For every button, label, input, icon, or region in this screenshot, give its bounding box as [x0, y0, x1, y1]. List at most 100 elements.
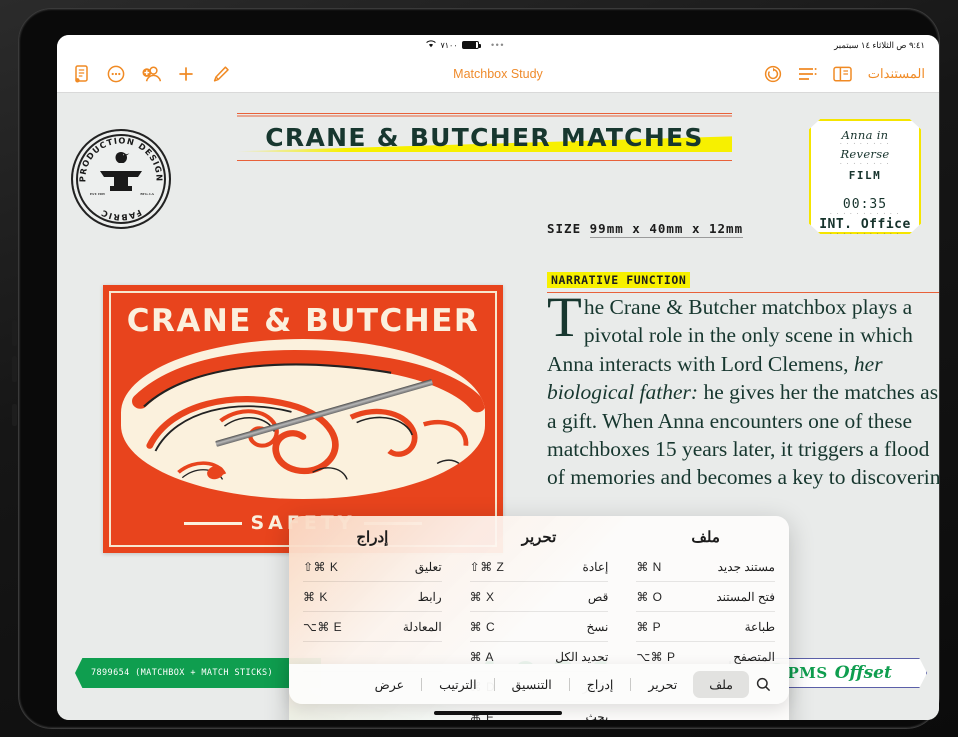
shortcut-keys: ⌘ O [636, 589, 663, 604]
page-title: CRANE & BUTCHER MATCHES [237, 114, 732, 160]
document-title-block: CRANE & BUTCHER MATCHES [237, 113, 732, 161]
status-bar-datetime: ٩:٤١ ص الثلاثاء ١٤ سبتمبر [834, 39, 925, 50]
shortcut-row[interactable]: فتح المستند ⌘ O [636, 582, 775, 612]
shortcut-label: مستند جديد [717, 559, 775, 574]
film-label: FILM [848, 169, 882, 183]
film-reference-tag: Anna in · · · · · · · · Reverse · · · · … [809, 119, 921, 234]
shortcut-column-title: تحرير [521, 529, 557, 546]
toolbar-right-icons: المستندات [763, 64, 925, 84]
shortcut-keys: ⌥⌘ E [302, 619, 343, 634]
menu-item-insert[interactable]: إدراج [571, 671, 630, 698]
matchbox-brand-text: CRANE & BUTCHER [126, 303, 480, 339]
status-bar-indicators: ٧١٠٠ [426, 40, 481, 50]
home-indicator[interactable] [434, 711, 562, 715]
shortcut-keys: ⌘ A [469, 649, 494, 664]
screen-bezel: ٩:٤١ ص الثلاثاء ١٤ سبتمبر ••• ٧١٠٠ Match… [18, 8, 940, 729]
menu-separator [568, 677, 570, 691]
film-scene: INT. Office [819, 217, 911, 233]
menu-item-edit[interactable]: تحرير [632, 671, 693, 698]
narrative-function-block: NARRATIVE FUNCTION [547, 271, 939, 293]
wifi-icon [426, 40, 437, 50]
app-toolbar: Matchbox Study المستندات [57, 55, 939, 93]
volume-up-button[interactable] [12, 320, 17, 346]
spec-code-chip: 7899654 (MATCHBOX + MATCH STICKS) [75, 658, 321, 688]
side-button[interactable] [12, 404, 17, 426]
film-timecode: 00:35 [842, 197, 888, 213]
shortcut-keys: ⌘ P [636, 619, 662, 634]
insert-plus-icon[interactable] [176, 64, 196, 84]
film-title-line2: Reverse [840, 147, 890, 162]
context-menu-bar: ملف تحرير إدراج التنسيق الترتيب عرض [289, 664, 789, 704]
status-bar: ٩:٤١ ص الثلاثاء ١٤ سبتمبر ••• ٧١٠٠ [57, 35, 939, 55]
film-title-line1: Anna in [841, 128, 889, 142]
matchbox-inner-frame: CRANE & BUTCHER SAFETY [109, 291, 497, 547]
shortcut-keys: ⇧⌘ Z [469, 559, 505, 574]
body-paragraph: The Crane & Butcher matchbox plays a piv… [547, 286, 939, 492]
documents-back-button[interactable]: المستندات [868, 66, 925, 82]
battery-percent: ٧١٠٠ [440, 40, 458, 50]
shortcut-label: المتصفح [733, 650, 775, 664]
shortcut-label: تحديد الكل [555, 649, 609, 664]
menu-item-file[interactable]: ملف [693, 670, 749, 698]
document-canvas: PRODUCTION DESIGN FABRIC EST. 1989 BTG. … [57, 93, 939, 720]
drop-cap: T [547, 286, 582, 349]
shortcut-label: قص [587, 589, 609, 604]
print-method-label: Offset [834, 663, 892, 683]
menu-item-arrange[interactable]: الترتيب [423, 671, 492, 698]
document-title[interactable]: Matchbox Study [453, 67, 543, 81]
shortcut-keys: ⌘ C [469, 619, 496, 634]
document-view-icon[interactable] [71, 64, 91, 84]
menu-item-view[interactable]: عرض [359, 671, 420, 698]
production-design-fabric-logo: PRODUCTION DESIGN FABRIC EST. 1989 BTG. … [71, 129, 171, 229]
anvil-icon [100, 170, 142, 191]
shortcut-row[interactable]: إعادة ⇧⌘ Z [469, 552, 609, 582]
size-spec: SIZE 99mm x 40mm x 12mm [547, 221, 744, 238]
bird-icon [115, 151, 130, 163]
format-list-icon[interactable] [798, 64, 818, 84]
shortcut-row[interactable]: طباعة ⌘ P [636, 612, 775, 642]
film-sequence-label: SEQUENCE [846, 238, 884, 245]
menu-separator [421, 677, 423, 691]
shortcut-keys: ⌘ K [302, 589, 328, 604]
matchbox-dash-left [184, 521, 243, 525]
menu-separator [493, 677, 495, 691]
rotate-icon[interactable] [763, 64, 783, 84]
logo-est-label: EST. 1989 [90, 192, 105, 196]
collaborate-person-add-icon[interactable] [141, 64, 161, 84]
shortcut-label: إعادة [582, 559, 609, 574]
shortcut-label: المعادلة [402, 619, 442, 634]
ipad-screen: ٩:٤١ ص الثلاثاء ١٤ سبتمبر ••• ٧١٠٠ Match… [57, 35, 939, 720]
shortcut-label: رابط [417, 589, 442, 604]
shortcut-keys: ⌥⌘ P [636, 650, 676, 664]
menu-item-format[interactable]: التنسيق [496, 671, 568, 698]
sidebar-icon[interactable] [833, 64, 853, 84]
shortcut-label: فتح المستند [716, 589, 775, 604]
shortcut-column-title: إدراج [356, 529, 389, 546]
shortcut-row[interactable]: تعليق ⇧⌘ K [302, 552, 442, 582]
shortcut-label: نسخ [586, 619, 609, 634]
shortcut-row[interactable]: رابط ⌘ K [302, 582, 442, 612]
multitasking-dots-button[interactable]: ••• [491, 40, 505, 50]
shortcut-row[interactable]: المعادلة ⌥⌘ E [302, 612, 442, 642]
tag-dotted-rule-2: · · · · · · · · [839, 160, 891, 167]
status-bar-datetime-group: ٩:٤١ ص الثلاثاء ١٤ سبتمبر [834, 40, 925, 51]
volume-down-button[interactable] [12, 356, 17, 382]
shortcut-keys: ⌘ X [469, 589, 495, 604]
markup-pen-icon[interactable] [211, 64, 231, 84]
toolbar-left-icons [71, 64, 231, 84]
shortcut-keys: ⇧⌘ K [302, 559, 339, 574]
shortcut-row[interactable]: نسخ ⌘ C [469, 612, 609, 642]
comment-icon[interactable] [106, 64, 126, 84]
shortcut-row[interactable]: مستند جديد ⌘ N [636, 552, 775, 582]
ipad-device-frame: ٩:٤١ ص الثلاثاء ١٤ سبتمبر ••• ٧١٠٠ Match… [0, 0, 958, 737]
search-icon[interactable] [749, 677, 777, 692]
page-title-text: CRANE & BUTCHER MATCHES [265, 123, 704, 152]
shortcut-row[interactable]: قص ⌘ X [469, 582, 609, 612]
matchbox-label-artwork[interactable]: CRANE & BUTCHER SAFETY [103, 285, 503, 553]
tag-dotted-rule-4: · · · · · · · · · · · [829, 231, 901, 238]
shortcut-keys: ⌘ N [636, 559, 662, 574]
battery-icon [461, 41, 481, 49]
shortcut-label: بحث [585, 710, 609, 720]
shortcut-label: طباعة [744, 619, 775, 634]
svg-text:FABRIC: FABRIC [99, 208, 144, 223]
